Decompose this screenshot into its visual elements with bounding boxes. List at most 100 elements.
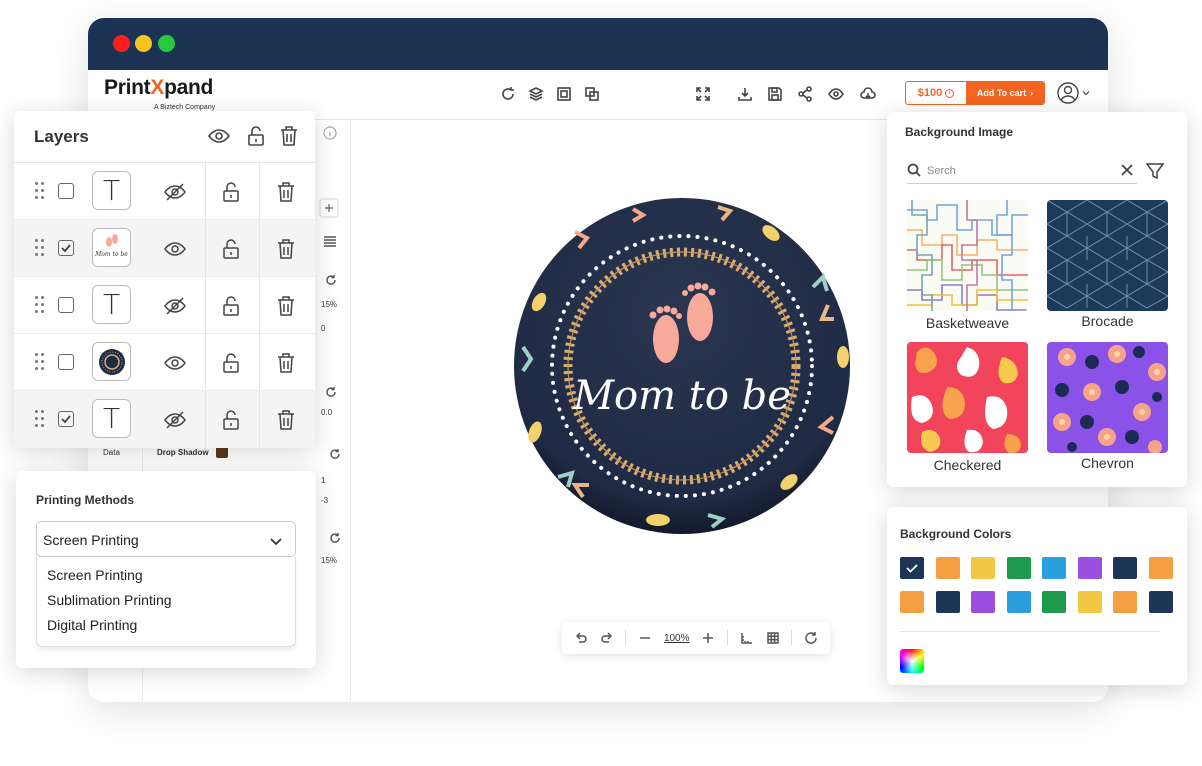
color-swatch[interactable] [935, 591, 960, 613]
color-swatch[interactable] [971, 591, 995, 613]
fullscreen-icon[interactable] [693, 84, 713, 104]
color-swatch[interactable] [1077, 591, 1102, 613]
drag-handle-icon[interactable] [35, 182, 45, 200]
color-swatch[interactable] [1148, 557, 1173, 579]
layer-row[interactable]: T [14, 391, 315, 448]
reset-icon[interactable] [325, 386, 337, 398]
cloud-icon[interactable] [858, 84, 878, 104]
layer-checkbox[interactable] [58, 240, 74, 256]
group-icon[interactable] [554, 84, 574, 104]
color-swatch[interactable] [935, 557, 960, 579]
layer-row[interactable]: T [14, 277, 315, 334]
minimize-window-button[interactable] [135, 35, 152, 52]
add-to-cart-button[interactable]: Add To cart › [966, 82, 1044, 104]
info-icon[interactable]: i [945, 88, 955, 98]
eye-icon[interactable] [163, 237, 187, 261]
close-window-button[interactable] [113, 35, 130, 52]
maximize-window-button[interactable] [158, 35, 175, 52]
eye-off-icon[interactable] [163, 408, 187, 432]
color-swatch[interactable] [971, 557, 995, 579]
eye-off-icon[interactable] [163, 294, 187, 318]
layer-row[interactable]: T [14, 163, 315, 220]
printing-method-select[interactable]: Screen Printing [36, 521, 296, 557]
unlock-icon[interactable] [219, 294, 243, 318]
reset-icon[interactable] [329, 448, 341, 460]
divider [791, 630, 793, 646]
reset-icon[interactable] [498, 84, 518, 104]
color-swatch[interactable] [1042, 591, 1066, 613]
price-display[interactable]: $100 i [906, 82, 966, 104]
download-icon[interactable] [735, 84, 755, 104]
color-swatch[interactable] [1006, 557, 1031, 579]
color-swatch[interactable] [1077, 557, 1102, 579]
user-menu[interactable] [1056, 81, 1090, 105]
chevron-down-icon [270, 538, 282, 546]
eye-icon[interactable] [207, 124, 231, 148]
search-input[interactable] [927, 162, 1107, 180]
text-layer-icon: T [102, 287, 121, 321]
pattern-chevron[interactable] [1047, 342, 1168, 453]
save-icon[interactable] [765, 84, 785, 104]
unlock-icon[interactable] [219, 237, 243, 261]
duplicate-icon[interactable] [582, 84, 602, 104]
clear-icon[interactable] [1121, 164, 1133, 176]
drag-handle-icon[interactable] [35, 353, 45, 371]
color-swatch[interactable] [1042, 557, 1066, 579]
pattern-brocade[interactable] [1047, 200, 1168, 311]
trash-icon[interactable] [274, 237, 298, 261]
color-swatch[interactable] [1113, 557, 1137, 579]
drag-handle-icon[interactable] [35, 239, 45, 257]
pattern-checkered[interactable] [907, 342, 1028, 453]
zoom-level[interactable]: 100% [664, 633, 690, 644]
help-icon[interactable] [323, 126, 337, 140]
refresh-icon[interactable] [804, 631, 818, 645]
layers-icon[interactable] [526, 84, 546, 104]
align-icon[interactable] [323, 234, 337, 248]
ruler-icon[interactable] [740, 631, 754, 645]
filter-icon[interactable] [1145, 161, 1165, 181]
zoom-out-icon[interactable] [638, 631, 652, 645]
redo-icon[interactable] [600, 631, 614, 645]
color-swatch[interactable] [1006, 591, 1031, 613]
trash-icon[interactable] [274, 294, 298, 318]
pattern-basketweave[interactable] [907, 200, 1028, 311]
eye-icon[interactable] [163, 351, 187, 375]
drag-handle-icon[interactable] [35, 296, 45, 314]
color-swatch[interactable] [1148, 591, 1173, 613]
add-icon[interactable] [319, 198, 339, 218]
layer-row[interactable] [14, 334, 315, 391]
color-swatch[interactable] [900, 591, 924, 613]
layer-checkbox[interactable] [58, 297, 74, 313]
product-button-design[interactable]: Mom to be [513, 197, 851, 535]
color-picker-icon[interactable] [900, 649, 924, 673]
product-text[interactable]: Mom to be [572, 373, 791, 419]
reset-icon[interactable] [325, 274, 337, 286]
drop-shadow-label: Drop Shadow [157, 448, 209, 457]
layer-checkbox[interactable] [58, 411, 74, 427]
option-digital-printing[interactable]: Digital Printing [37, 613, 295, 638]
layer-row[interactable]: Mom to be [14, 220, 315, 277]
color-swatch[interactable] [1113, 591, 1137, 613]
trash-icon[interactable] [274, 180, 298, 204]
trash-icon[interactable] [274, 351, 298, 375]
trash-icon[interactable] [277, 124, 301, 148]
logo[interactable]: PrintXpand A Biztech Company [104, 76, 215, 111]
reset-icon[interactable] [329, 532, 341, 544]
layer-checkbox[interactable] [58, 354, 74, 370]
layer-checkbox[interactable] [58, 183, 74, 199]
trash-icon[interactable] [274, 408, 298, 432]
unlock-icon[interactable] [219, 180, 243, 204]
preview-icon[interactable] [826, 84, 846, 104]
unlock-icon[interactable] [219, 351, 243, 375]
drag-handle-icon[interactable] [35, 410, 45, 428]
undo-icon[interactable] [574, 631, 588, 645]
unlock-icon[interactable] [219, 408, 243, 432]
option-sublimation-printing[interactable]: Sublimation Printing [37, 588, 295, 613]
zoom-in-icon[interactable] [701, 631, 715, 645]
eye-off-icon[interactable] [163, 180, 187, 204]
option-screen-printing[interactable]: Screen Printing [37, 563, 295, 588]
color-swatch[interactable] [900, 557, 924, 579]
share-icon[interactable] [795, 84, 815, 104]
grid-icon[interactable] [766, 631, 780, 645]
unlock-icon[interactable] [244, 124, 268, 148]
